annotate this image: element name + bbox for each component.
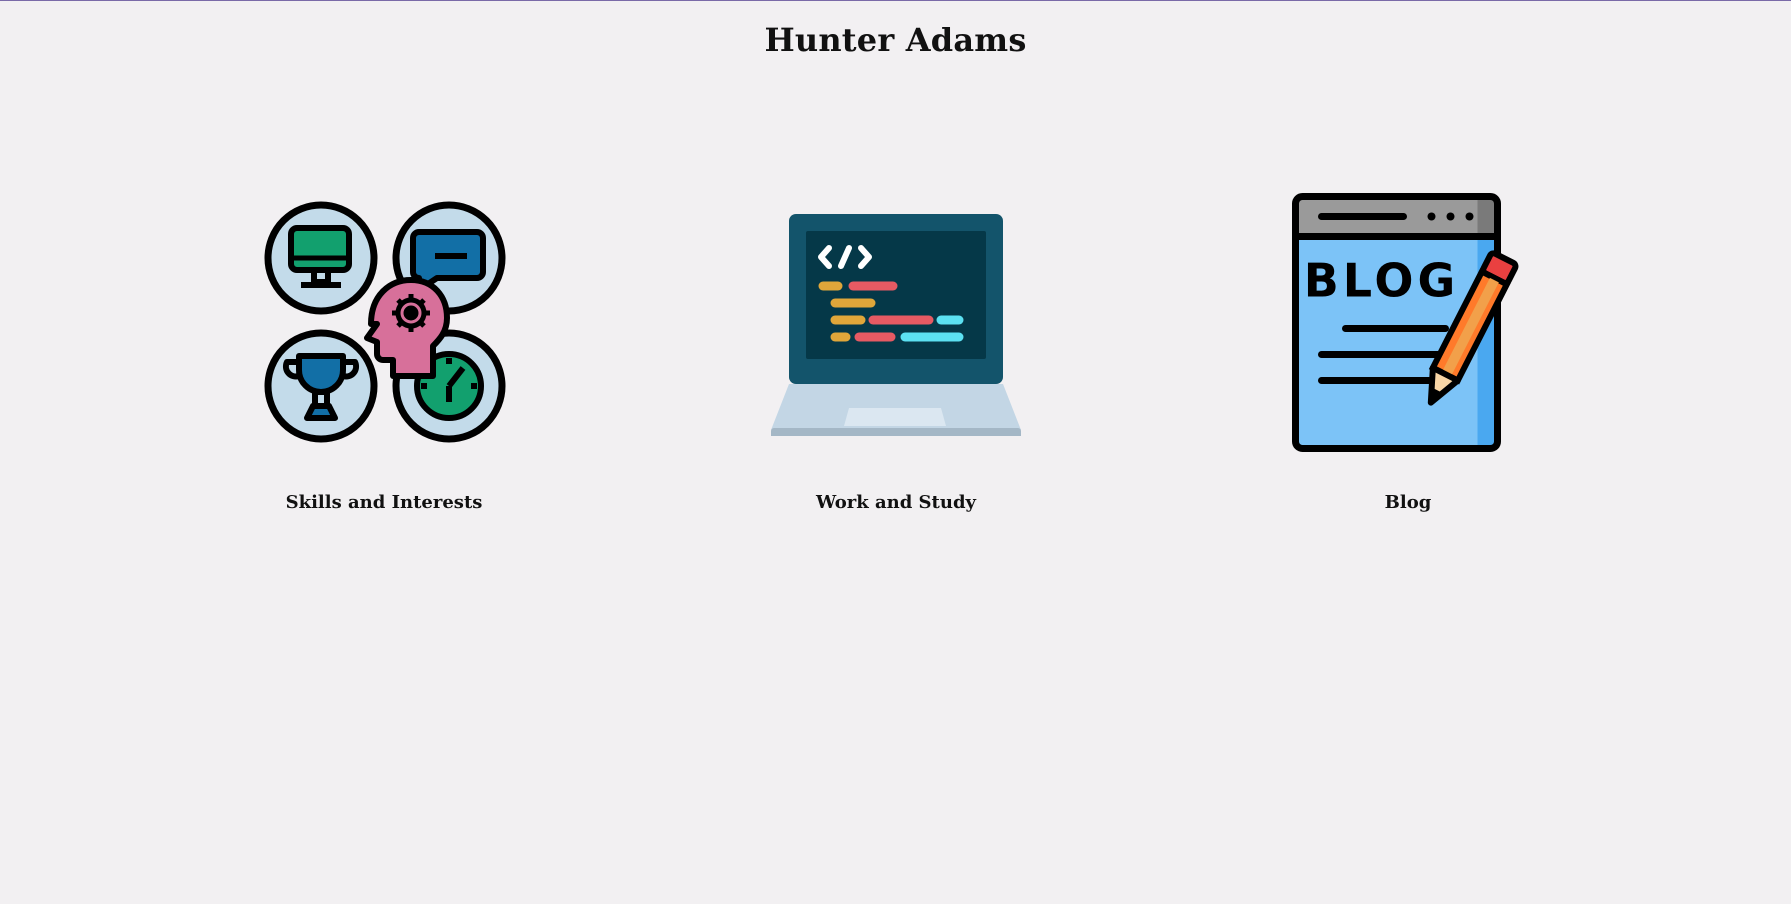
page-title: Hunter Adams <box>764 21 1027 59</box>
skills-interests-label: Skills and Interests <box>285 492 483 513</box>
blog-link[interactable]: BLOG Blog <box>1208 181 1608 513</box>
skills-interests-icon <box>234 181 534 461</box>
work-study-label: Work and Study <box>815 492 977 513</box>
laptop-code-icon <box>746 181 1046 461</box>
blog-pencil-icon: BLOG <box>1258 181 1558 461</box>
work-study-link[interactable]: Work and Study <box>696 181 1096 513</box>
blog-label: Blog <box>1384 492 1432 513</box>
blog-icon-text: BLOG <box>1304 254 1460 308</box>
skills-interests-link[interactable]: Skills and Interests <box>184 181 584 513</box>
